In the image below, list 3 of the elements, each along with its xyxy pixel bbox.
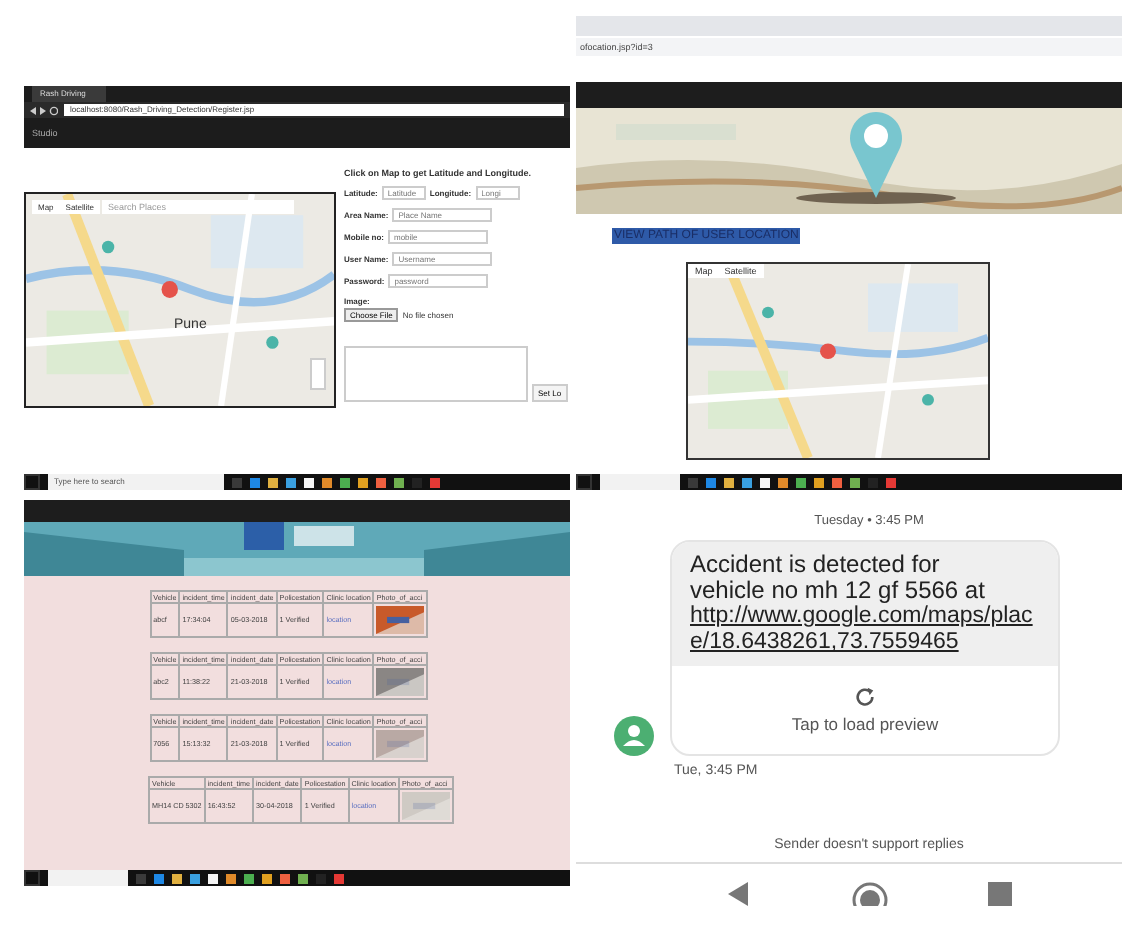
message-link[interactable]: http://www.google.com/maps/place/18.6438261,73.7559465 (690, 604, 1038, 656)
preview-label[interactable]: Tap to load preview (791, 714, 939, 734)
message-text: Accident is detected for vehicle no mh 12 gf 5566 at (690, 552, 987, 604)
